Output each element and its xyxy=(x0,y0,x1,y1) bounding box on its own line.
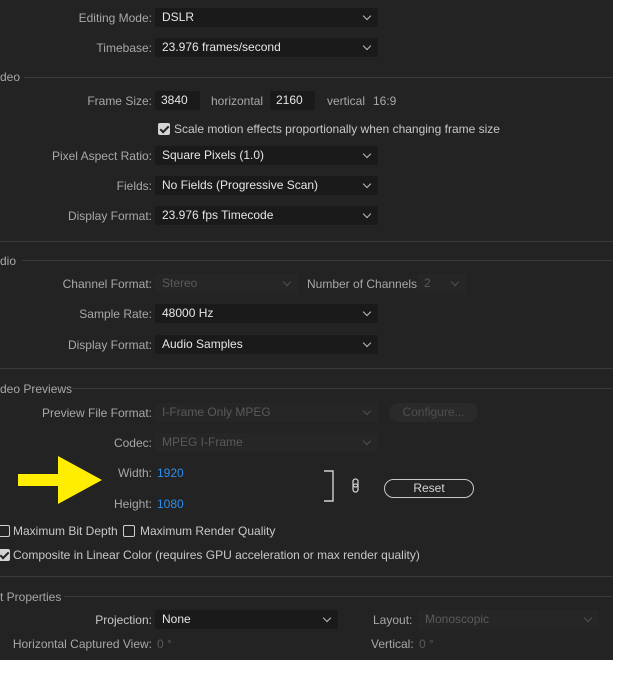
fields-dropdown[interactable]: No Fields (Progressive Scan) xyxy=(155,176,378,195)
num-channels-dropdown[interactable]: 2 xyxy=(417,274,466,293)
previews-section-title: deo Previews xyxy=(0,382,73,396)
link-icon[interactable] xyxy=(351,478,361,494)
codec-value: MPEG I-Frame xyxy=(162,435,243,449)
max-render-quality-label: Maximum Render Quality xyxy=(140,524,276,538)
channel-format-value: Stereo xyxy=(162,276,198,290)
vr-section-title: t Properties xyxy=(0,590,62,604)
section-divider xyxy=(72,388,613,389)
vr-vertical-value: 0 ° xyxy=(419,637,434,651)
horizontal-view-value: 0 ° xyxy=(157,637,172,651)
audio-display-format-value: Audio Samples xyxy=(162,337,243,351)
horizontal-view-label: Horizontal Captured View: xyxy=(12,637,152,651)
section-divider xyxy=(64,596,613,597)
max-bit-depth-label: Maximum Bit Depth xyxy=(13,524,118,538)
pixel-aspect-dropdown[interactable]: Square Pixels (1.0) xyxy=(155,146,378,165)
chevron-down-icon xyxy=(362,149,372,159)
projection-dropdown[interactable]: None xyxy=(155,610,338,629)
timebase-dropdown[interactable]: 23.976 frames/second xyxy=(155,38,378,57)
chevron-down-icon xyxy=(450,277,460,287)
height-label: Height: xyxy=(113,497,152,511)
chevron-down-icon xyxy=(282,277,292,287)
dimension-bracket xyxy=(324,470,334,502)
chevron-down-icon xyxy=(362,11,372,21)
chevron-down-icon xyxy=(362,307,372,317)
width-label: Width: xyxy=(117,466,152,480)
video-display-format-label: Display Format: xyxy=(67,209,152,223)
pixel-aspect-value: Square Pixels (1.0) xyxy=(162,148,265,162)
vertical-label: vertical xyxy=(327,94,366,108)
chevron-down-icon xyxy=(362,179,372,189)
width-value[interactable]: 1920 xyxy=(157,466,184,480)
aspect-ratio-text: 16:9 xyxy=(373,94,397,108)
codec-label: Codec: xyxy=(113,436,152,450)
fields-label: Fields: xyxy=(116,179,152,193)
fields-value: No Fields (Progressive Scan) xyxy=(162,178,319,192)
sequence-settings-panel: Editing Mode: DSLR Timebase: 23.976 fram… xyxy=(0,0,613,660)
preview-format-value: I-Frame Only MPEG xyxy=(162,405,271,419)
linear-color-checkbox[interactable] xyxy=(0,549,10,561)
chevron-down-icon xyxy=(362,436,372,446)
audio-display-format-dropdown[interactable]: Audio Samples xyxy=(155,335,378,354)
layout-dropdown[interactable]: Monoscopic xyxy=(418,610,599,629)
timebase-value: 23.976 frames/second xyxy=(162,40,281,54)
scale-motion-label: Scale motion effects proportionally when… xyxy=(174,122,500,136)
chevron-down-icon xyxy=(362,41,372,51)
video-display-format-value: 23.976 fps Timecode xyxy=(162,208,274,222)
yellow-arrow-icon xyxy=(18,456,102,504)
reset-button[interactable]: Reset xyxy=(384,479,474,498)
section-divider xyxy=(0,241,613,242)
linear-color-label: Composite in Linear Color (requires GPU … xyxy=(13,548,420,562)
max-render-quality-checkbox[interactable] xyxy=(123,525,135,537)
channel-format-label: Channel Format: xyxy=(62,277,152,291)
projection-value: None xyxy=(162,612,191,626)
video-section-title: deo xyxy=(0,70,21,84)
horizontal-label: horizontal xyxy=(211,94,264,108)
section-divider xyxy=(0,368,613,369)
height-value[interactable]: 1080 xyxy=(157,497,184,511)
num-channels-label: Number of Channels: xyxy=(307,277,421,291)
audio-section-title: dio xyxy=(0,254,17,268)
scale-motion-checkbox[interactable] xyxy=(158,123,170,135)
channel-format-dropdown[interactable]: Stereo xyxy=(155,274,298,293)
editing-mode-value: DSLR xyxy=(162,10,195,24)
section-divider xyxy=(22,260,613,261)
section-divider xyxy=(0,576,613,577)
chevron-down-icon xyxy=(362,338,372,348)
video-display-format-dropdown[interactable]: 23.976 fps Timecode xyxy=(155,206,378,225)
max-bit-depth-checkbox[interactable] xyxy=(0,525,10,537)
num-channels-value: 2 xyxy=(424,276,431,290)
frame-size-label: Frame Size: xyxy=(87,94,152,108)
chevron-down-icon xyxy=(362,209,372,219)
sample-rate-label: Sample Rate: xyxy=(79,307,152,321)
section-divider xyxy=(24,77,613,78)
projection-label: Projection: xyxy=(95,613,152,627)
preview-format-dropdown[interactable]: I-Frame Only MPEG xyxy=(155,403,378,422)
pixel-aspect-label: Pixel Aspect Ratio: xyxy=(51,149,152,163)
configure-button[interactable]: Configure... xyxy=(389,403,478,422)
layout-label: Layout: xyxy=(373,613,413,627)
chevron-down-icon xyxy=(322,613,332,623)
sample-rate-value: 48000 Hz xyxy=(162,306,214,320)
audio-display-format-label: Display Format: xyxy=(67,338,152,352)
frame-height-input[interactable]: 2160 xyxy=(270,91,315,110)
layout-value: Monoscopic xyxy=(425,612,490,626)
preview-format-label: Preview File Format: xyxy=(41,406,152,420)
sample-rate-dropdown[interactable]: 48000 Hz xyxy=(155,304,378,323)
editing-mode-dropdown[interactable]: DSLR xyxy=(155,8,378,27)
editing-mode-label: Editing Mode: xyxy=(78,11,152,25)
vr-vertical-label: Vertical: xyxy=(371,637,414,651)
codec-dropdown[interactable]: MPEG I-Frame xyxy=(155,433,378,452)
frame-width-input[interactable]: 3840 xyxy=(155,91,200,110)
chevron-down-icon xyxy=(583,613,593,623)
chevron-down-icon xyxy=(362,406,372,416)
timebase-label: Timebase: xyxy=(96,41,152,55)
